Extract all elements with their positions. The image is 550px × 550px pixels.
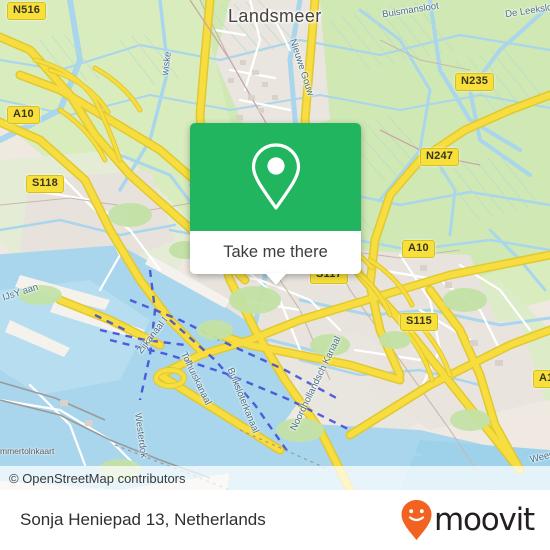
poi-callout-card[interactable]: Take me there [190,123,361,285]
poi-card-footer[interactable]: Take me there [190,231,361,285]
road-shield-s118[interactable]: S118 [26,175,64,193]
osm-attribution[interactable]: © OpenStreetMap contributors [0,466,550,490]
road-shield-n235[interactable]: N235 [455,73,495,91]
moovit-map-share-card: Landsmeer wiske Nieuwe Gouw Buismansloot… [0,0,550,550]
poi-card-header [190,123,361,231]
road-shield-n247[interactable]: N247 [420,148,460,166]
footer-bar: Sonja Heniepad 13, Netherlands moovit [0,490,550,550]
moovit-logo[interactable]: moovit [400,499,535,541]
road-shield-s115[interactable]: S115 [400,313,438,331]
map-canvas[interactable]: Landsmeer wiske Nieuwe Gouw Buismansloot… [0,0,550,490]
road-shield-a10-east[interactable]: A10 [402,240,435,258]
take-me-there-label: Take me there [223,243,328,261]
osm-attribution-text: © OpenStreetMap contributors [9,470,186,486]
footer-address-text: Sonja Heniepad 13, Netherlands [20,510,266,529]
poi-card-pointer [264,273,287,285]
moovit-pin-smiley-icon [401,500,432,540]
map-pin-icon [251,143,300,210]
road-shield-a10-nw[interactable]: A10 [7,106,40,124]
road-shield-a10-southeast[interactable]: A1 [533,370,550,388]
road-shield-n516[interactable]: N516 [7,2,47,20]
moovit-wordmark: moovit [433,501,535,538]
